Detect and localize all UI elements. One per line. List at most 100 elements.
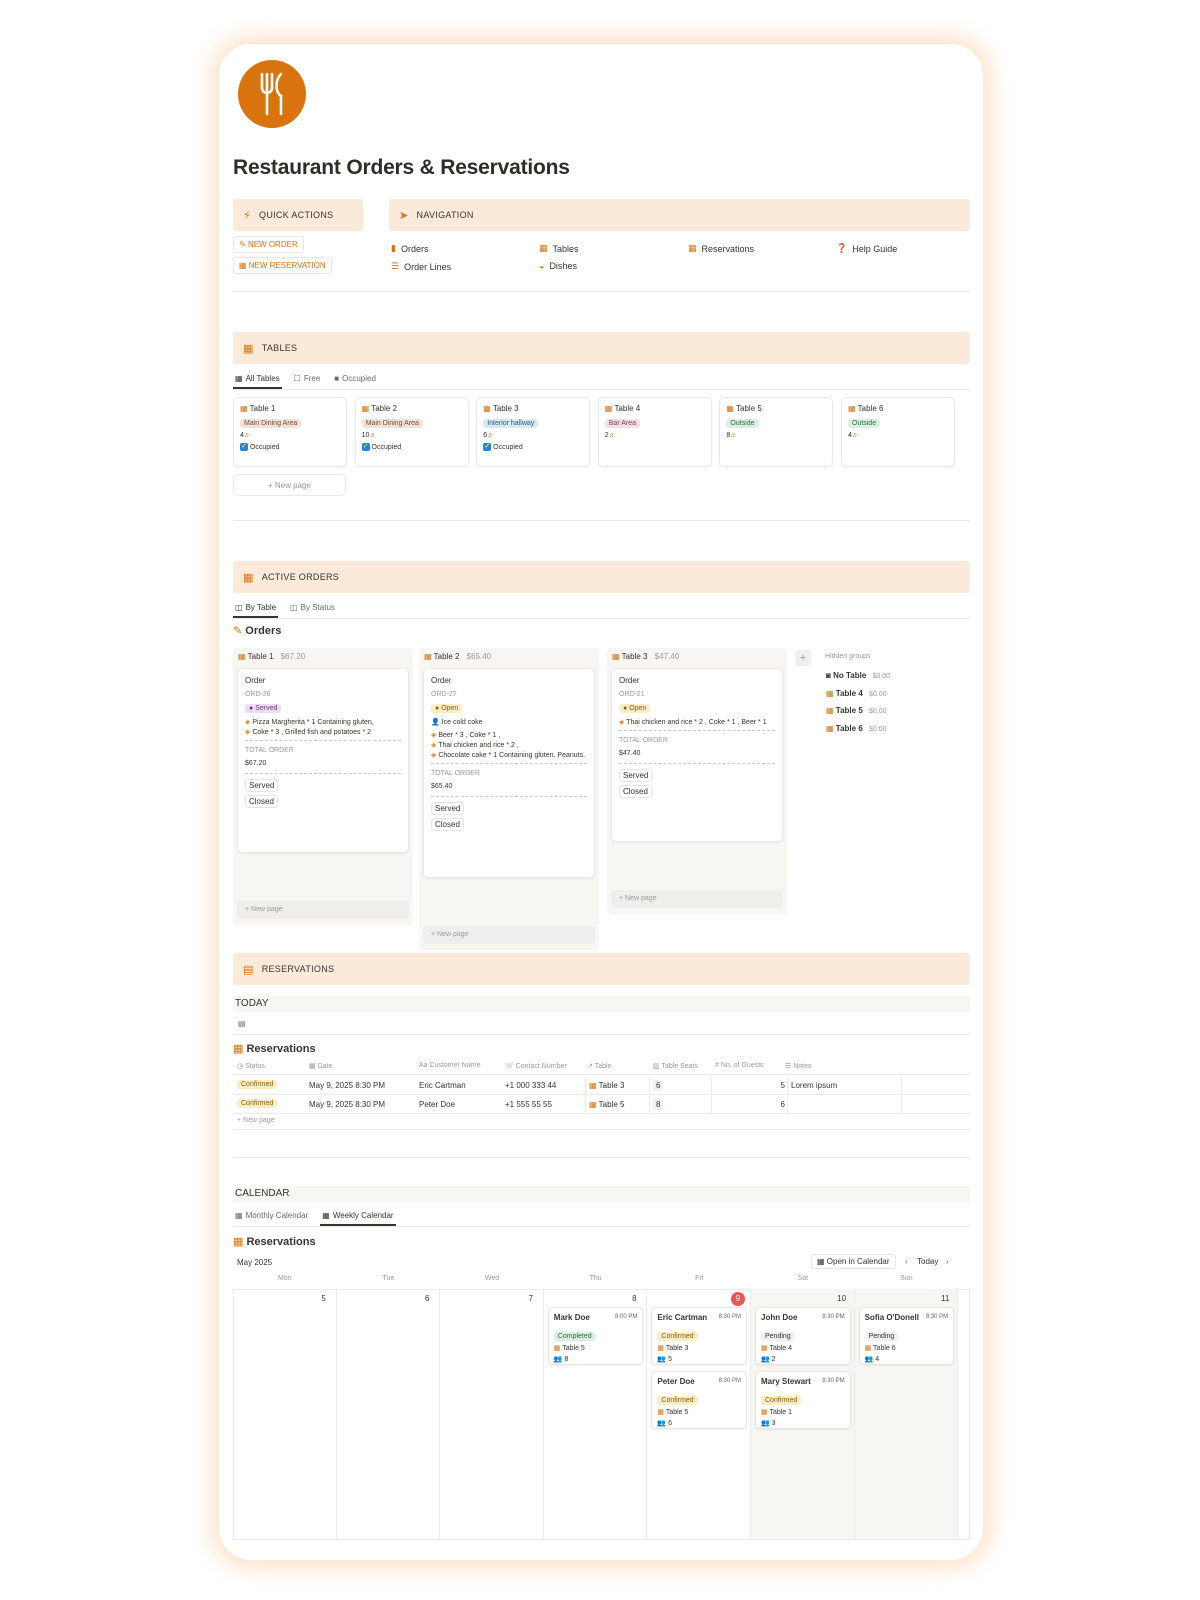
calendar-icon: ▦ [322,1211,330,1220]
hidden-group-item[interactable]: ◙ No Table $0.00 [826,671,890,680]
column-header[interactable]: ◷ Status [237,1062,265,1070]
receipt-icon: ▮ [391,243,396,253]
closed-button[interactable]: Closed [619,785,652,798]
tab-monthly-calendar[interactable]: ▦ Monthly Calendar [233,1209,310,1224]
column-new-page-button[interactable]: + New page [423,926,595,944]
column-sum: $47.40 [654,652,680,661]
dish-icon: ◈ [245,729,251,736]
column-sum: $67.20 [280,652,306,661]
next-week-button[interactable]: › [946,1257,949,1266]
table-link[interactable]: Table 3 [599,1081,625,1090]
table-name: Table 2 [371,404,398,413]
filled-square-icon: ■ [334,374,340,383]
calendar-event[interactable]: Eric Cartman 8:30 PM Confirmed ▦ Table 3… [651,1307,747,1365]
calendar-day-cell[interactable] [440,1289,544,1540]
table-card[interactable]: ▦ Table 4 Bar Area 2♬ [597,397,712,467]
checkbox-icon[interactable]: ✓ [361,443,370,451]
served-button[interactable]: Served [619,769,653,782]
column-header[interactable]: Aa Customer Name [419,1062,480,1069]
tab-occupied[interactable]: ■ Occupied [332,372,378,387]
hidden-group-item[interactable]: ▦ Table 6 $0.00 [826,724,887,733]
calendar-edit-icon: ▦ [233,1236,244,1248]
calendar-event[interactable]: Mary Stewart 8:30 PM Confirmed ▦ Table 1… [755,1371,851,1429]
table-card[interactable]: ▦ Table 2 Main Dining Area 10♬ ✓ Occupie… [354,397,469,467]
order-card[interactable]: Order ORD-27 ● Open 👤 Ice cold coke ◈ Be… [423,668,595,878]
active-orders-header: ▦ ACTIVE ORDERS [233,561,970,593]
column-table-name: Table 2 [433,652,460,661]
nav-order-lines-link[interactable]: ☰ Order Lines [391,261,451,272]
calendar-event[interactable]: John Doe 8:30 PM Pending ▦ Table 4 👥 2 [755,1307,851,1365]
tables-new-page-button[interactable]: + New page [233,474,346,496]
chair-icon: ♬ [487,432,495,439]
order-card-title: Order [431,676,452,685]
rollup-icon: ▥ [653,1063,660,1070]
new-order-button[interactable]: ✎ NEW ORDER [233,236,304,253]
open-in-calendar-button[interactable]: ▦ Open in Calendar [811,1254,896,1269]
table-card[interactable]: ▦ Table 3 Interior hallway 6♬ ✓ Occupied [476,397,591,467]
checkbox-icon[interactable]: ✓ [240,443,248,451]
event-guests: 6 [668,1420,672,1427]
area-tag: Outside [726,419,759,428]
column-header[interactable]: ☰ Notes [785,1062,812,1070]
help-icon: ❓ [836,243,848,253]
nav-orders-link[interactable]: ▮ Orders [391,243,428,254]
tab-by-status[interactable]: ◫ By Status [288,601,337,616]
table-row[interactable]: Confirmed May 9, 2025 8:30 PM Eric Cartm… [233,1077,970,1095]
guests-icon: 👥 [553,1356,563,1363]
calendar-event[interactable]: Mark Doe 8:00 PM Completed ▦ Table 5 👥 8 [547,1307,644,1365]
table-link[interactable]: Table 5 [599,1100,625,1109]
column-new-page-button[interactable]: + New page [237,901,409,919]
table-row[interactable]: Confirmed May 9, 2025 8:30 PM Peter Doe … [233,1095,970,1114]
divider [233,520,970,521]
add-group-button[interactable]: + [795,650,811,666]
calendar-day-cell[interactable] [233,1289,337,1540]
calendar-day-cell[interactable] [336,1289,441,1540]
column-header[interactable]: # No. of Guests [715,1062,764,1069]
nav-help-link[interactable]: ❓ Help Guide [836,243,897,254]
served-button[interactable]: Served [431,802,465,815]
chair-icon: ♬ [243,432,251,439]
total-label: TOTAL ORDER [431,770,480,777]
today-button[interactable]: Today [917,1257,938,1266]
status-badge: Confirmed [237,1098,278,1108]
table-card[interactable]: ▦ Table 5 Outside 8♬ [719,397,834,467]
navigation-arrow-icon: ➤ [399,209,409,222]
hidden-group-item[interactable]: ▦ Table 4 $0.00 [826,689,887,698]
divider [233,1157,970,1158]
column-new-page-button[interactable]: + New page [611,890,783,908]
dish-icon: ◒ [539,261,545,271]
table-card[interactable]: ▦ Table 1 Main Dining Area 4♬ ✓ Occupied [233,397,347,467]
tables-header: ▦ TABLES [233,332,970,364]
weekday-label: Sun [900,1275,913,1282]
hidden-group-item[interactable]: ▦ Table 5 $0.00 [826,706,887,715]
table-view-icon[interactable]: ▤ [238,1019,246,1028]
column-header[interactable]: ↗ Table [587,1062,611,1070]
nav-tables-link[interactable]: ▦ Tables [539,243,579,254]
served-button[interactable]: Served [245,779,279,792]
grid-icon: ▦ [539,243,548,253]
prev-week-button[interactable]: ‹ [905,1257,908,1266]
tab-by-table[interactable]: ◫ By Table [233,601,279,618]
nav-reservations-link[interactable]: ▦ Reservations [688,243,754,254]
new-reservation-button[interactable]: ▦ NEW RESERVATION [233,257,332,274]
checkbox-icon[interactable]: ✓ [483,443,492,451]
column-header[interactable]: ▥ Table Seats [653,1062,698,1070]
relation-icon: ↗ [587,1063,593,1070]
order-total: $65.40 [431,783,453,790]
column-header[interactable]: ▦ Date [309,1062,332,1070]
closed-button[interactable]: Closed [245,795,278,808]
date-number: 10 [837,1294,847,1303]
nav-dishes-link[interactable]: ◒ Dishes [539,261,577,271]
calendar-event[interactable]: Peter Doe 8:30 PM Confirmed ▦ Table 5 👥 … [651,1371,747,1429]
reservations-new-page-button[interactable]: + New page [237,1117,275,1124]
order-card[interactable]: Order ORD-21 ● Open ◈ Thai chicken and r… [611,668,783,842]
tab-all-tables[interactable]: ▦ All Tables [233,372,282,389]
tab-free[interactable]: ☐ Free [292,372,323,387]
tab-weekly-calendar[interactable]: ▦ Weekly Calendar [320,1209,396,1226]
column-header[interactable]: ☏ Contact Number [505,1062,567,1070]
page-title: Restaurant Orders & Reservations [233,156,570,179]
order-card[interactable]: Order ORD-26 ● Served ◈ Pizza Margherita… [237,668,409,853]
calendar-event[interactable]: Sofia O'Donell 8:30 PM Pending ▦ Table 6… [858,1307,955,1365]
table-card[interactable]: ▦ Table 6 Outside 4♬ [841,397,955,467]
closed-button[interactable]: Closed [431,818,464,831]
